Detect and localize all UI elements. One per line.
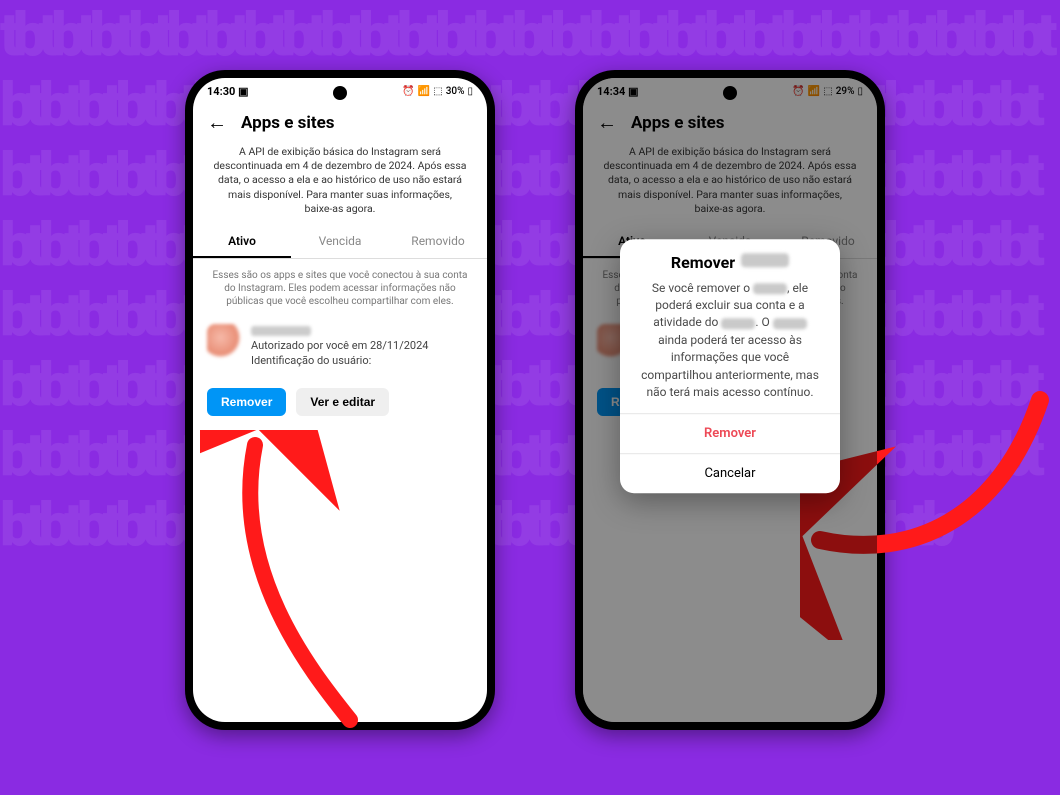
page-title: Apps e sites xyxy=(241,113,335,133)
app-name-redacted xyxy=(773,318,807,329)
clock: 14:30 ▣ xyxy=(207,85,248,98)
deprecation-notice: A API de exibição básica do Instagram se… xyxy=(193,145,487,226)
battery-icon: ▯ xyxy=(467,86,473,97)
dialog-body: Se você remover o , ele poderá excluir s… xyxy=(620,276,840,414)
app-id-line: Identificação do usuário: xyxy=(251,354,371,367)
screen-right: 14:34 ▣ ⏰ 📶 ⬚ 29% ▯ ← Apps e sites A API… xyxy=(583,78,877,722)
view-edit-button[interactable]: Ver e editar xyxy=(296,388,389,416)
remove-confirm-dialog: Remover Se você remover o , ele poderá e… xyxy=(620,239,840,494)
wifi-icon: 📶 xyxy=(418,86,430,97)
app-name-redacted xyxy=(251,326,311,336)
app-icon xyxy=(207,324,241,358)
app-auth-line: Autorizado por você em 28/11/2024 xyxy=(251,339,428,352)
app-name-redacted xyxy=(721,318,755,329)
app-name-redacted xyxy=(753,283,787,294)
phone-mockup-right: 14:34 ▣ ⏰ 📶 ⬚ 29% ▯ ← Apps e sites A API… xyxy=(575,70,885,730)
connected-app-row[interactable]: Autorizado por você em 28/11/2024 Identi… xyxy=(193,318,487,373)
alarm-icon: ⏰ xyxy=(402,86,414,97)
status-icons: ⏰ 📶 ⬚ 30% ▯ xyxy=(402,86,473,97)
remove-button[interactable]: Remover xyxy=(207,388,286,416)
dialog-cancel-button[interactable]: Cancelar xyxy=(620,454,840,494)
page-header: ← Apps e sites xyxy=(193,104,487,145)
battery-text: 30% xyxy=(446,86,465,97)
app-name-redacted xyxy=(741,253,789,267)
tab-removed[interactable]: Removido xyxy=(389,226,487,258)
signal-icon: ⬚ xyxy=(433,86,442,97)
dialog-title: Remover xyxy=(620,239,840,276)
phone-mockup-left: 14:30 ▣ ⏰ 📶 ⬚ 30% ▯ ← Apps e sites A API… xyxy=(185,70,495,730)
tab-expired[interactable]: Vencida xyxy=(291,226,389,258)
tab-active[interactable]: Ativo xyxy=(193,226,291,258)
tab-description: Esses são os apps e sites que você conec… xyxy=(193,259,487,318)
back-arrow-icon[interactable]: ← xyxy=(207,110,227,135)
screen-left: 14:30 ▣ ⏰ 📶 ⬚ 30% ▯ ← Apps e sites A API… xyxy=(193,78,487,722)
camera-notch xyxy=(723,86,737,100)
camera-notch xyxy=(333,86,347,100)
action-buttons: Remover Ver e editar xyxy=(193,372,487,416)
dialog-remove-button[interactable]: Remover xyxy=(620,414,840,454)
tabs: Ativo Vencida Removido xyxy=(193,226,487,259)
app-meta: Autorizado por você em 28/11/2024 Identi… xyxy=(251,324,428,369)
